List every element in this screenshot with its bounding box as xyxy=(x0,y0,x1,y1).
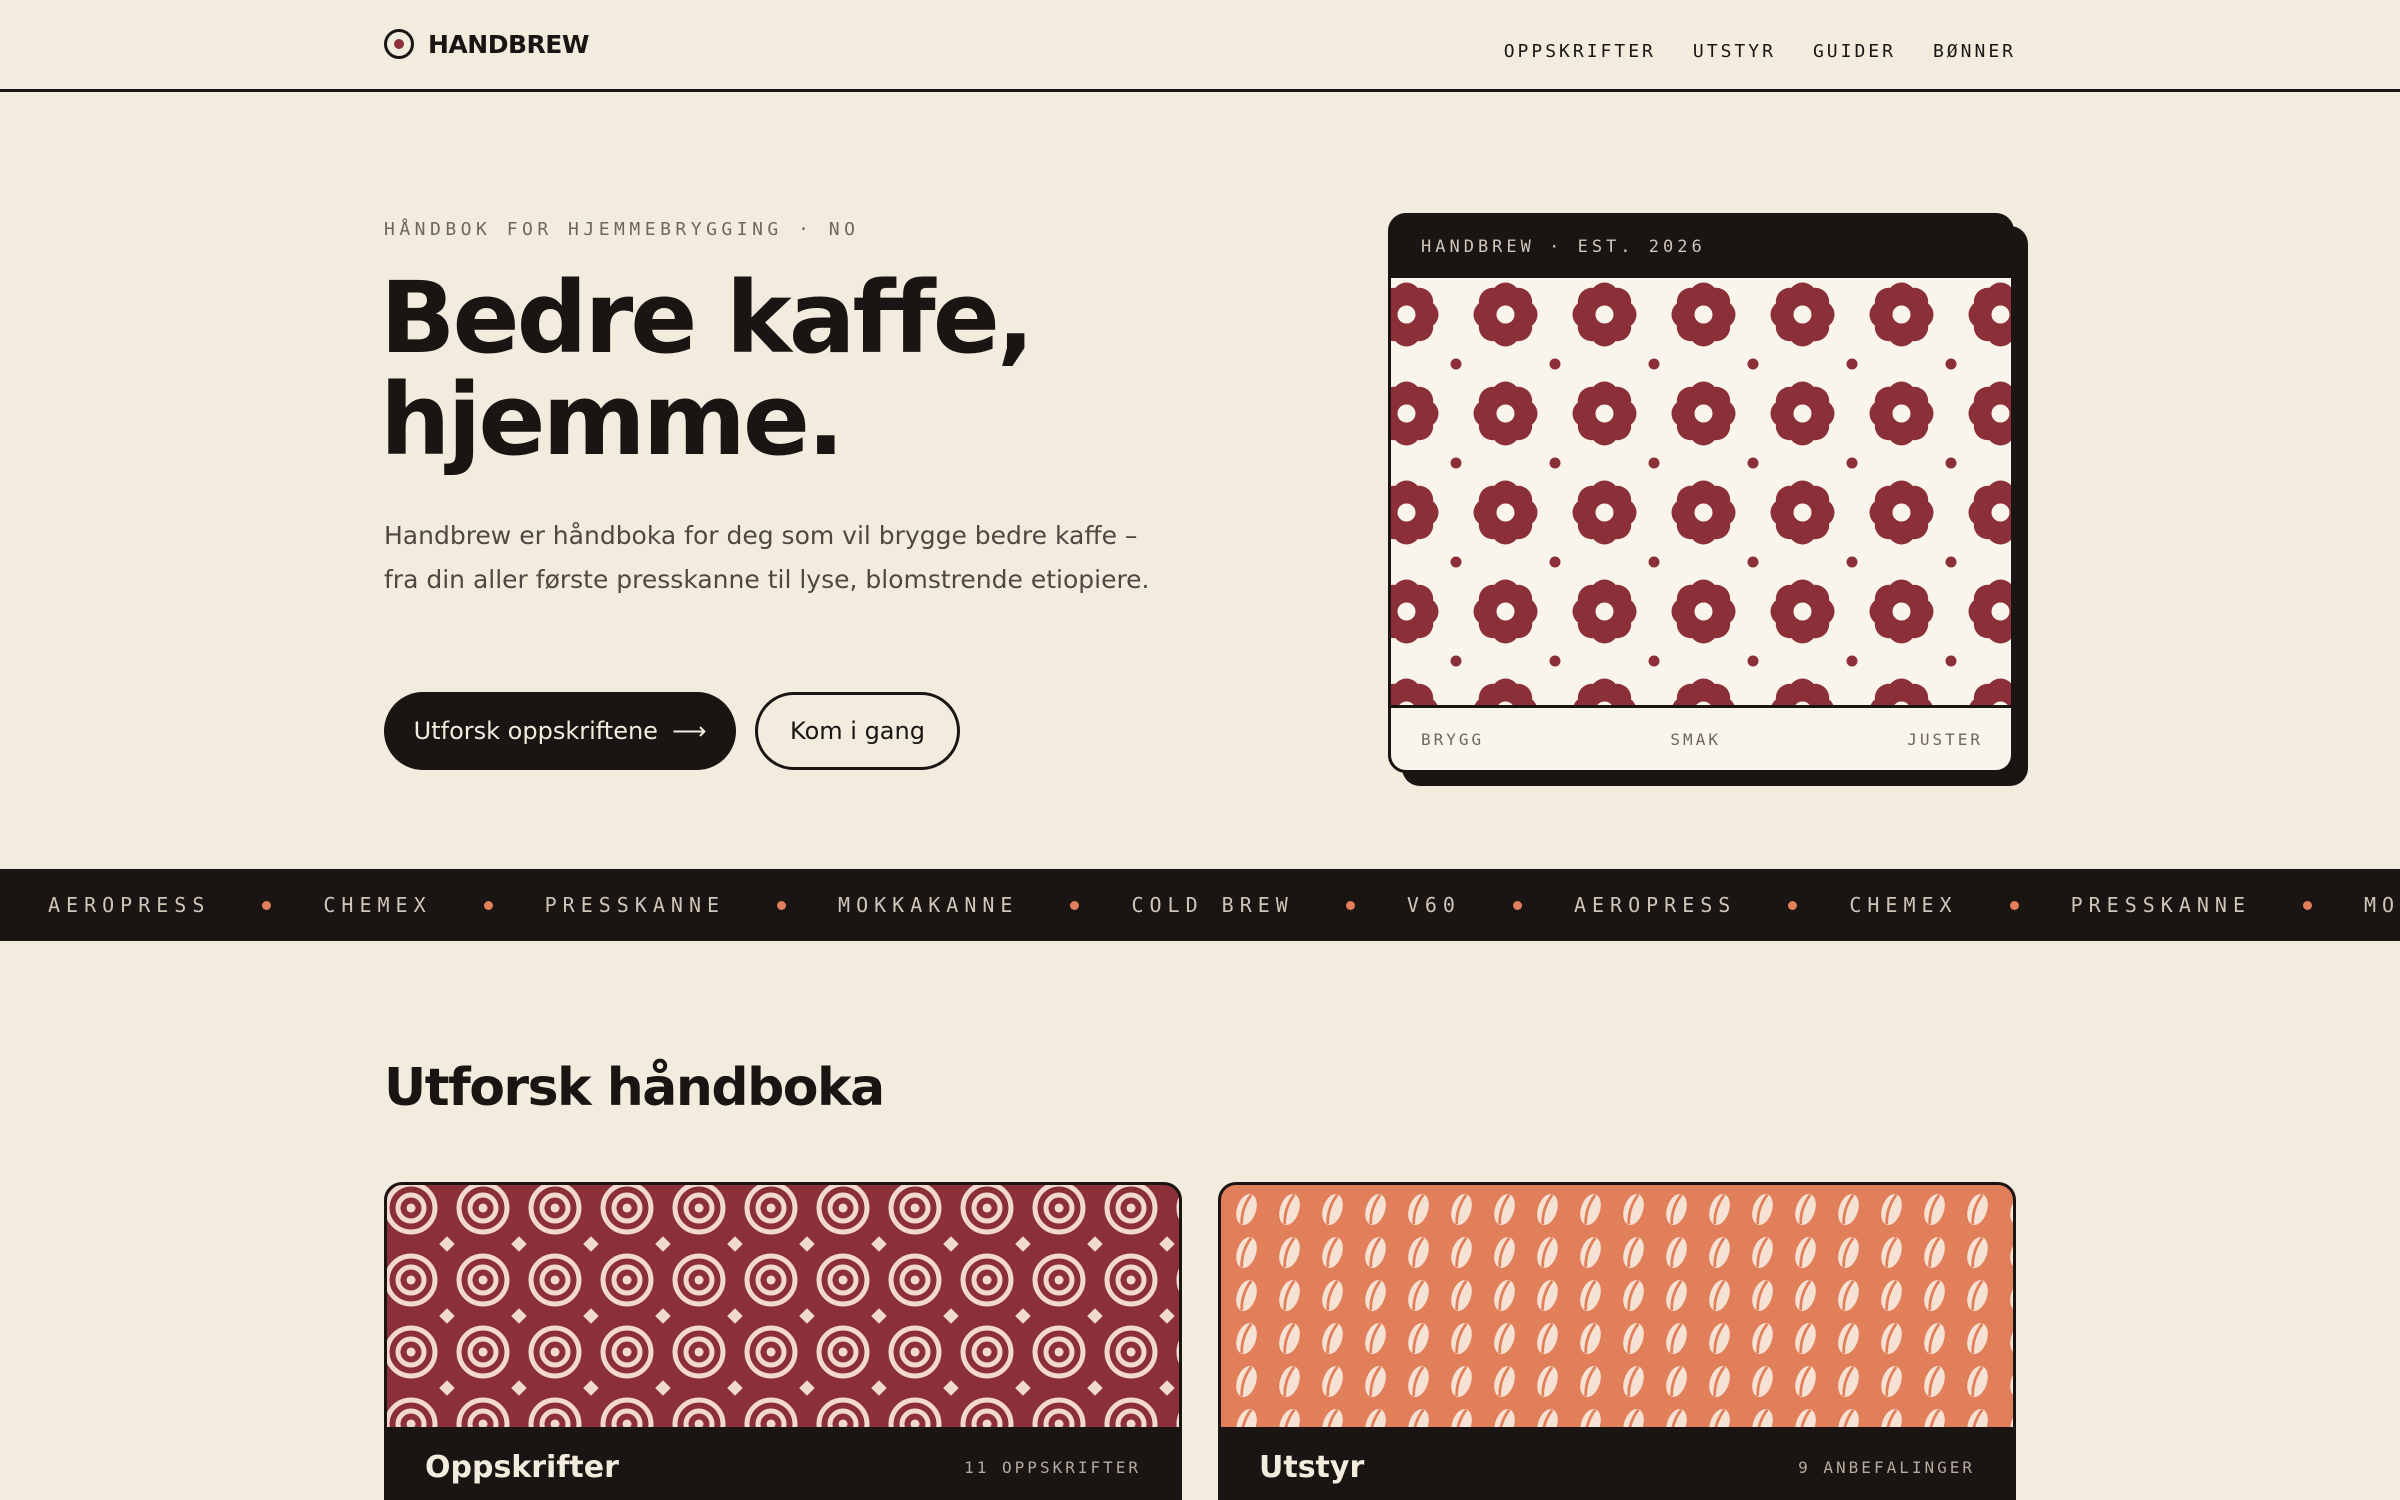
nav-link-utstyr[interactable]: UTSTYR xyxy=(1693,41,1776,62)
hero-card: HANDBREW · EST. 2026 BRYGG SMAK JUSTER xyxy=(1388,213,2014,773)
recipes-card-title: Oppskrifter xyxy=(425,1449,619,1485)
dot-separator-icon xyxy=(1512,900,1522,910)
dot-separator-icon xyxy=(777,900,787,910)
ticker-item: CHEMEX xyxy=(323,893,432,917)
hero-card-header: HANDBREW · EST. 2026 xyxy=(1421,237,1706,257)
ticker-item: V60 xyxy=(1406,893,1461,917)
main-nav: OPPSKRIFTER UTSTYR GUIDER BØNNER xyxy=(1504,41,2016,62)
explore-section-title: Utforsk håndboka xyxy=(384,1058,885,1118)
equipment-card-count: 9 ANBEFALINGER xyxy=(1798,1457,1975,1477)
nav-link-bonner[interactable]: BØNNER xyxy=(1933,41,2016,62)
recipes-card-pattern xyxy=(387,1185,1179,1427)
ticker-item: COLD BREW xyxy=(1131,893,1294,917)
ticker-item: MOKKAKANNE xyxy=(838,893,1019,917)
hero-card-step-juster: JUSTER xyxy=(1907,729,1983,749)
explore-recipes-button[interactable]: Utforsk oppskriftene ⟶ xyxy=(384,692,736,770)
ticker-item: AEROPRESS xyxy=(1573,893,1737,917)
hero-title-line-1: Bedre kaffe, xyxy=(380,261,1034,376)
equipment-card-footer: Utstyr 9 ANBEFALINGER xyxy=(1221,1427,2013,1500)
hero-card-step-smak: SMAK xyxy=(1670,729,1721,749)
brand-name: HANDBREW xyxy=(428,29,589,59)
dot-separator-icon xyxy=(1788,900,1798,910)
hero-title: Bedre kaffe, hjemme. xyxy=(380,268,1140,472)
hero-eyebrow: HÅNDBOK FOR HJEMMEBRYGGING · NO xyxy=(384,219,860,240)
get-started-button[interactable]: Kom i gang xyxy=(755,692,960,770)
hero-description: Handbrew er håndboka for deg som vil bry… xyxy=(384,521,1150,594)
flower-pattern-illustration xyxy=(1391,278,2011,705)
dot-separator-icon xyxy=(1345,900,1355,910)
target-pattern-illustration xyxy=(387,1185,1179,1427)
site-header: HANDBREW OPPSKRIFTER UTSTYR GUIDER BØNNE… xyxy=(0,0,2400,92)
explore-recipes-label: Utforsk oppskriftene xyxy=(413,717,658,745)
dot-separator-icon xyxy=(2303,900,2313,910)
recipes-card-footer: Oppskrifter 11 OPPSKRIFTER xyxy=(387,1427,1179,1500)
hero-card-footer: BRYGG SMAK JUSTER xyxy=(1391,708,2011,770)
nav-link-oppskrifter[interactable]: OPPSKRIFTER xyxy=(1504,41,1656,62)
recipes-card-count: 11 OPPSKRIFTER xyxy=(964,1457,1141,1477)
recipes-card[interactable]: Oppskrifter 11 OPPSKRIFTER xyxy=(384,1182,1182,1500)
dot-separator-icon xyxy=(262,900,272,910)
ticker-item: PRESSKANNE xyxy=(2070,893,2252,917)
hero-card-step-brygg: BRYGG xyxy=(1421,729,1485,749)
hero-title-line-2: hjemme. xyxy=(380,363,845,478)
ticker-item: AEROPRESS xyxy=(48,893,211,917)
ticker-item: CHEMEX xyxy=(1849,893,1958,917)
equipment-card-title: Utstyr xyxy=(1259,1449,1365,1485)
arrow-right-icon: ⟶ xyxy=(671,717,707,745)
dot-separator-icon xyxy=(2009,900,2019,910)
nav-link-guider[interactable]: GUIDER xyxy=(1813,41,1896,62)
brand-logo[interactable]: HANDBREW xyxy=(384,29,589,59)
equipment-card[interactable]: Utstyr 9 ANBEFALINGER xyxy=(1218,1182,2016,1500)
equipment-card-pattern xyxy=(1221,1185,2013,1427)
dot-separator-icon xyxy=(1070,900,1080,910)
hero-card-pattern xyxy=(1391,278,2011,708)
brew-method-ticker: AEROPRESS CHEMEX PRESSKANNE MOKKAKANNE C… xyxy=(0,869,2400,941)
dot-separator-icon xyxy=(483,900,493,910)
coffee-bean-pattern-illustration xyxy=(1221,1185,2013,1427)
ticker-item: MOKKAKANNE xyxy=(2364,893,2400,917)
target-circle-icon xyxy=(384,29,414,59)
ticker-item: PRESSKANNE xyxy=(544,893,726,917)
